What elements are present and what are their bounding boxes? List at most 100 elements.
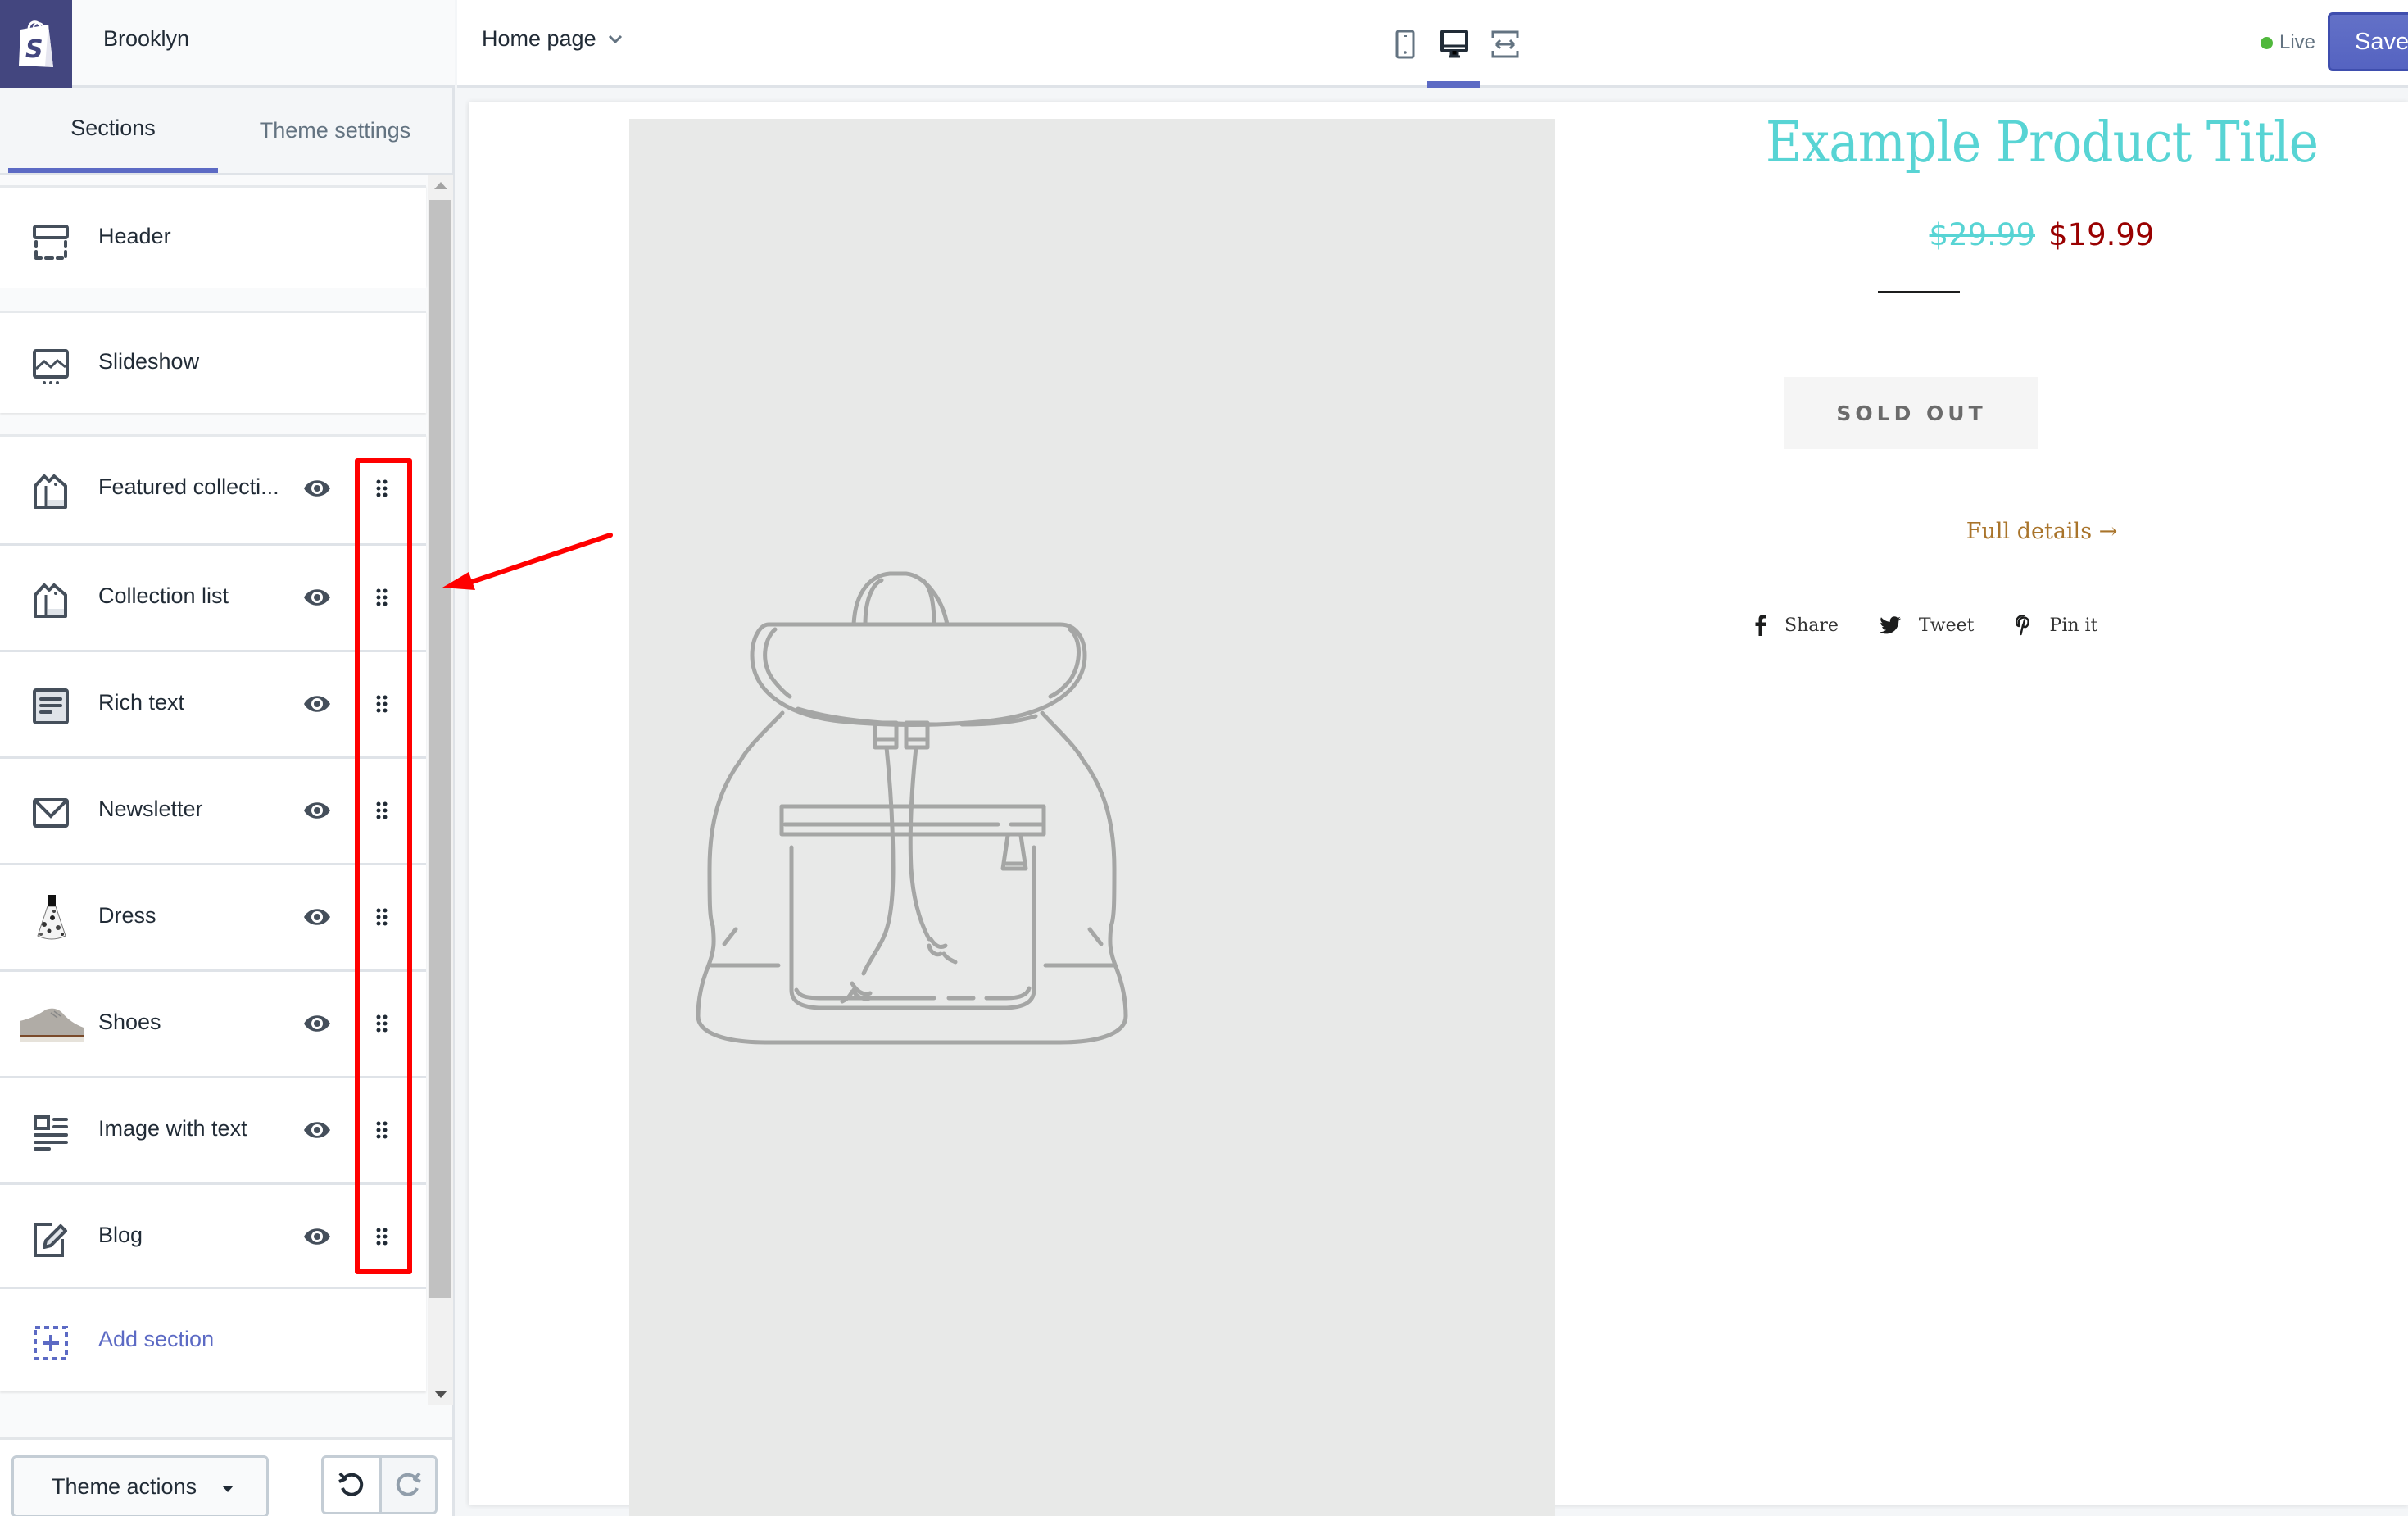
eye-icon[interactable] [303, 1226, 331, 1247]
svg-text:S: S [25, 35, 43, 64]
section-row-blog[interactable]: Blog [0, 1182, 426, 1289]
section-label: Featured collecti... [98, 474, 279, 499]
undo-icon [338, 1472, 364, 1496]
social-share-links: Share Tweet Pin it [1755, 615, 2097, 636]
scroll-down-arrow-icon[interactable] [434, 1391, 447, 1398]
add-section-icon [34, 1326, 68, 1360]
tab-theme-settings[interactable]: Theme settings [218, 88, 452, 173]
share-label: Share [1784, 615, 1839, 636]
eye-icon[interactable] [303, 800, 331, 821]
tweet-label: Tweet [1918, 615, 1975, 636]
undo-button[interactable] [324, 1458, 379, 1512]
drag-handle-icon[interactable] [376, 479, 388, 497]
eye-icon[interactable] [303, 478, 331, 499]
shoe-thumbnail [20, 1008, 84, 1042]
share-facebook-link[interactable]: Share [1755, 615, 1839, 636]
undo-redo-group [321, 1455, 438, 1514]
add-section-card: Add section [0, 1287, 426, 1391]
fullscreen-view-icon[interactable] [1491, 30, 1519, 59]
slideshow-icon [33, 349, 69, 384]
envelope-icon [33, 798, 69, 828]
sections-list: Header Slideshow Featured collecti... Co… [0, 175, 428, 1405]
sidebar: S Brooklyn Sections Theme settings Heade… [0, 0, 455, 1516]
scroll-thumb[interactable] [429, 200, 451, 1298]
pinterest-icon [2015, 615, 2029, 636]
scroll-up-arrow-icon[interactable] [434, 182, 447, 189]
product-prices: $29.99 $19.99 [1632, 217, 2408, 252]
drag-handle-icon[interactable] [376, 695, 388, 713]
sidebar-header: S Brooklyn [0, 0, 455, 88]
page-select-dropdown[interactable]: Home page [482, 26, 623, 52]
share-pinterest-link[interactable]: Pin it [2015, 615, 2098, 636]
desktop-view-icon[interactable] [1440, 30, 1468, 59]
drag-handle-icon[interactable] [376, 1228, 388, 1246]
section-row-header[interactable]: Header [0, 188, 426, 288]
chevron-down-icon [608, 34, 622, 43]
annotation-arrow-icon [442, 533, 613, 590]
section-row-collection-list[interactable]: Collection list [0, 543, 426, 650]
eye-icon[interactable] [303, 693, 331, 715]
add-section-label: Add section [98, 1327, 215, 1351]
sale-price: $19.99 [2048, 217, 2155, 252]
section-label: Blog [98, 1223, 143, 1247]
product-title: Example Product Title [1765, 111, 2319, 175]
section-label: Rich text [98, 690, 185, 715]
collection-tag-icon [34, 583, 67, 618]
sold-out-button[interactable]: SOLD OUT [1784, 377, 2038, 449]
rich-text-icon [33, 688, 69, 724]
section-row-slideshow[interactable]: Slideshow [0, 313, 426, 413]
section-row-newsletter[interactable]: Newsletter [0, 756, 426, 863]
add-section-button[interactable]: Add section [0, 1289, 426, 1391]
caret-down-icon [222, 1486, 234, 1492]
eye-icon[interactable] [303, 906, 331, 928]
drag-handle-icon[interactable] [376, 908, 388, 926]
drag-handle-icon[interactable] [376, 588, 388, 606]
tab-sections[interactable]: Sections [8, 88, 218, 173]
eye-icon[interactable] [303, 1119, 331, 1141]
save-button[interactable]: Save [2328, 12, 2408, 71]
slideshow-section-card[interactable]: Slideshow [0, 311, 426, 413]
dress-thumbnail [37, 895, 66, 940]
draggable-sections-card: Featured collecti... Collection list Ric… [0, 434, 426, 1289]
header-section-card[interactable]: Header [0, 185, 426, 288]
pin-label: Pin it [2049, 615, 2098, 636]
sidebar-scrollbar[interactable] [428, 175, 453, 1405]
editor-toolbar: Home page Live Save [457, 0, 2408, 88]
live-dot-icon [2261, 36, 2273, 49]
divider [1878, 291, 1960, 293]
theme-actions-label: Theme actions [52, 1473, 197, 1499]
section-row-featured-collection[interactable]: Featured collecti... [0, 437, 426, 543]
compare-at-price: $29.99 [1929, 217, 2035, 252]
store-preview-frame: Example Product Title $29.99 $19.99 SOLD … [469, 102, 2408, 1516]
section-row-rich-text[interactable]: Rich text [0, 650, 426, 756]
drag-handle-icon[interactable] [376, 801, 388, 819]
page-select-value: Home page [482, 26, 596, 51]
full-details-link[interactable]: Full details → [1632, 519, 2408, 544]
shopify-logo[interactable]: S [0, 0, 72, 88]
section-row-image-with-text[interactable]: Image with text [0, 1076, 426, 1182]
theme-actions-button[interactable]: Theme actions [11, 1455, 269, 1516]
theme-editor: S Brooklyn Sections Theme settings Heade… [0, 0, 2408, 1516]
share-twitter-link[interactable]: Tweet [1879, 615, 1975, 636]
store-name: Brooklyn [103, 26, 190, 51]
facebook-icon [1755, 615, 1766, 636]
redo-button[interactable] [379, 1458, 435, 1512]
section-label: Image with text [98, 1116, 247, 1141]
live-label: Live [2279, 31, 2316, 53]
eye-icon[interactable] [303, 587, 331, 608]
section-label: Slideshow [98, 349, 200, 374]
backpack-placeholder-illustration [696, 571, 1128, 1045]
eye-icon[interactable] [303, 1013, 331, 1034]
section-label: Header [98, 224, 171, 248]
sidebar-tabs: Sections Theme settings [0, 88, 452, 175]
active-device-indicator [1427, 81, 1480, 88]
drag-handle-icon[interactable] [376, 1014, 388, 1033]
section-row-dress[interactable]: Dress [0, 863, 426, 969]
live-status: Live [2261, 31, 2315, 54]
section-label: Collection list [98, 583, 229, 608]
mobile-view-icon[interactable] [1391, 30, 1419, 59]
redo-icon [397, 1472, 422, 1496]
drag-handle-icon[interactable] [376, 1121, 388, 1139]
section-label: Newsletter [98, 797, 203, 821]
section-row-shoes[interactable]: Shoes [0, 969, 426, 1076]
